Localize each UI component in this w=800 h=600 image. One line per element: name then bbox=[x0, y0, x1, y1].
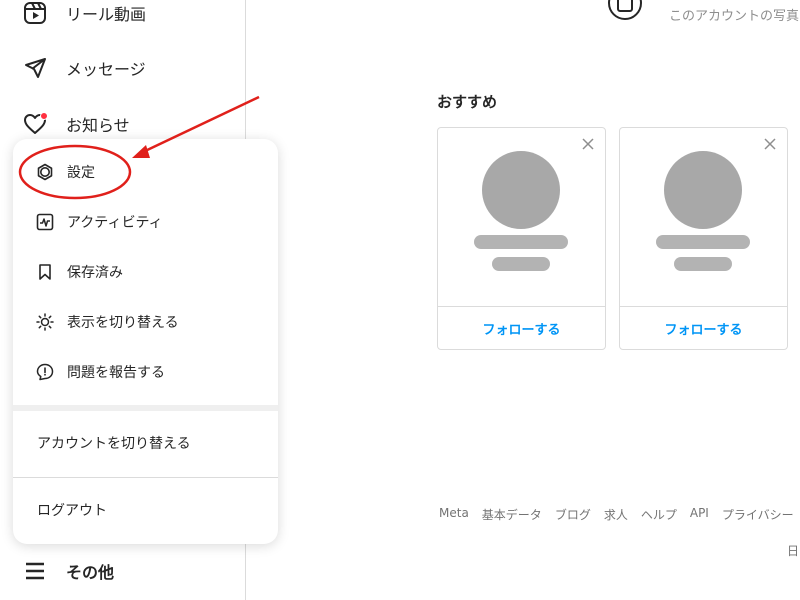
footer-link[interactable]: 求人 bbox=[604, 506, 628, 523]
sidebar-item-more[interactable]: その他 bbox=[20, 553, 114, 589]
footer-links: Meta 基本データ ブログ 求人 ヘルプ API プライバシー bbox=[439, 506, 800, 523]
follow-button[interactable]: フォローする bbox=[620, 307, 787, 350]
sidebar-item-label: リール動画 bbox=[66, 5, 147, 24]
suggestions-title: おすすめ bbox=[437, 93, 498, 111]
menu-item-report-problem[interactable]: 問題を報告する bbox=[13, 348, 278, 396]
avatar[interactable] bbox=[482, 151, 560, 229]
name-redacted bbox=[492, 257, 550, 271]
suggestion-card: フォローする bbox=[619, 127, 788, 350]
footer-link[interactable]: ブログ bbox=[555, 506, 591, 523]
camera-icon bbox=[617, 0, 633, 12]
footer-link[interactable]: 基本データ bbox=[482, 506, 542, 523]
name-redacted bbox=[674, 257, 732, 271]
reels-icon bbox=[20, 0, 50, 28]
language-selector[interactable]: 日 bbox=[787, 542, 799, 559]
top-caption: このアカウントの写真 bbox=[669, 9, 800, 24]
sidebar-item-label: お知らせ bbox=[66, 116, 130, 135]
menu-item-saved[interactable]: 保存済み bbox=[13, 248, 278, 296]
suggestion-card: フォローする bbox=[437, 127, 606, 350]
username-redacted bbox=[474, 235, 568, 249]
report-icon bbox=[35, 362, 55, 382]
username-redacted bbox=[656, 235, 750, 249]
bookmark-icon bbox=[35, 262, 55, 282]
heart-icon bbox=[20, 109, 50, 139]
sidebar-item-label: メッセージ bbox=[66, 60, 146, 79]
footer-link[interactable]: プライバシー bbox=[722, 506, 794, 523]
sidebar-item-messages[interactable]: メッセージ bbox=[20, 50, 146, 86]
menu-divider bbox=[13, 477, 278, 478]
menu-item-settings[interactable]: 設定 bbox=[13, 148, 278, 196]
activity-icon bbox=[35, 212, 55, 232]
footer-link[interactable]: API bbox=[690, 506, 709, 523]
hamburger-icon bbox=[20, 556, 50, 586]
avatar[interactable] bbox=[664, 151, 742, 229]
footer-link[interactable]: Meta bbox=[439, 506, 469, 523]
menu-item-activity[interactable]: アクティビティ bbox=[13, 198, 278, 246]
menu-item-label: アカウントを切り替える bbox=[37, 436, 191, 452]
footer-link[interactable]: ヘルプ bbox=[641, 506, 677, 523]
paper-plane-icon bbox=[20, 53, 50, 83]
menu-item-logout[interactable]: ログアウト bbox=[13, 486, 278, 534]
sidebar-item-label: その他 bbox=[66, 563, 115, 582]
menu-item-label: 設定 bbox=[67, 165, 95, 181]
menu-item-label: ログアウト bbox=[37, 503, 107, 519]
menu-item-label: アクティビティ bbox=[67, 215, 163, 231]
sidebar-item-reels[interactable]: リール動画 bbox=[20, 0, 146, 31]
gear-icon bbox=[35, 162, 55, 182]
close-icon[interactable] bbox=[581, 136, 595, 150]
notification-dot bbox=[40, 112, 48, 120]
menu-item-label: 保存済み bbox=[67, 265, 123, 281]
sun-icon bbox=[35, 312, 55, 332]
sidebar-item-notifications[interactable]: お知らせ bbox=[20, 106, 130, 142]
menu-separator bbox=[13, 405, 278, 411]
menu-item-switch-appearance[interactable]: 表示を切り替える bbox=[13, 298, 278, 346]
menu-item-label: 問題を報告する bbox=[67, 365, 165, 381]
menu-item-label: 表示を切り替える bbox=[67, 315, 179, 331]
close-icon[interactable] bbox=[763, 136, 777, 150]
menu-item-switch-account[interactable]: アカウントを切り替える bbox=[13, 419, 278, 467]
follow-button[interactable]: フォローする bbox=[438, 307, 605, 350]
more-menu: 設定 アクティビティ 保存済み 表示を切り替える 問題を報告する アカウントを切… bbox=[13, 139, 278, 544]
